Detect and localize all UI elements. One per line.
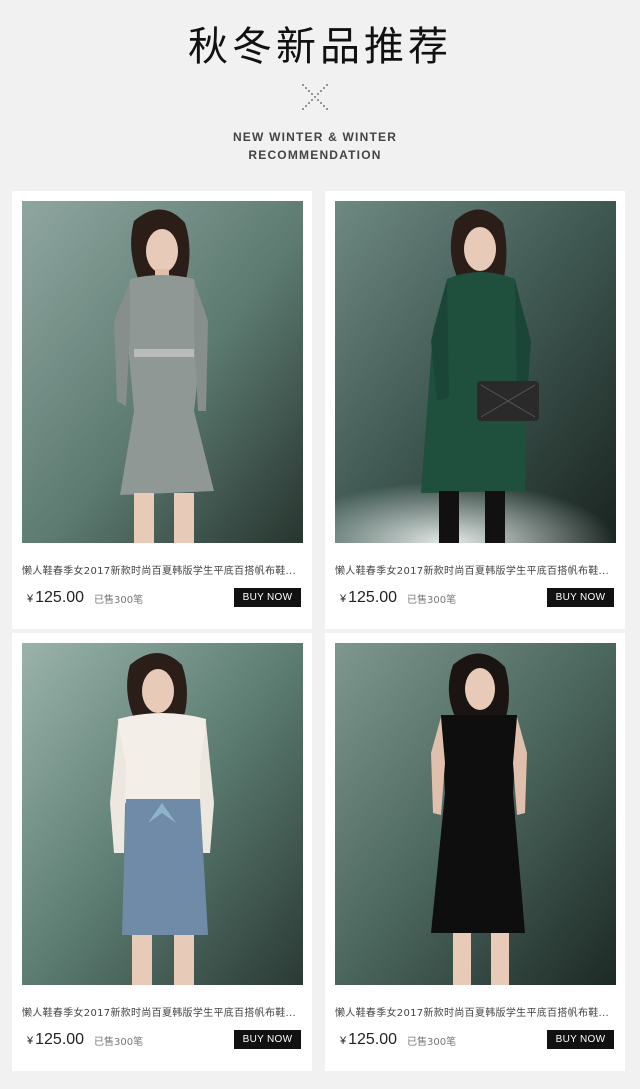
sold-count: 已售300笔	[94, 595, 144, 606]
price-amount: 125.00	[35, 589, 85, 606]
price-amount: 125.00	[348, 1031, 398, 1048]
product-image[interactable]	[22, 201, 303, 543]
price-row: ¥125.00 已售300笔 BUY NOW	[335, 588, 615, 619]
product-card[interactable]: 懒人鞋春季女2017新款时尚百夏韩版学生平底百搭帆布鞋... ¥125.00 已…	[12, 633, 312, 1071]
product-description[interactable]: 懒人鞋春季女2017新款时尚百夏韩版学生平底百搭帆布鞋...	[22, 1004, 303, 1019]
buy-now-button[interactable]: BUY NOW	[234, 588, 301, 607]
product-card[interactable]: 懒人鞋春季女2017新款时尚百夏韩版学生平底百搭帆布鞋... ¥125.00 已…	[325, 633, 625, 1071]
product-image[interactable]	[335, 643, 616, 985]
price: ¥125.00	[27, 589, 84, 607]
product-card[interactable]: 懒人鞋春季女2017新款时尚百夏韩版学生平底百搭帆布鞋... ¥125.00 已…	[325, 191, 625, 629]
subtitle-line-1: NEW WINTER & WINTER	[232, 130, 398, 144]
page-header: 秋冬新品推荐 NEW WINTER & WINTER RECOMMENDATIO…	[0, 0, 640, 180]
page-title: 秋冬新品推荐	[188, 24, 452, 70]
buy-now-button[interactable]: BUY NOW	[547, 588, 614, 607]
buy-now-button[interactable]: BUY NOW	[234, 1030, 301, 1049]
product-description[interactable]: 懒人鞋春季女2017新款时尚百夏韩版学生平底百搭帆布鞋...	[335, 562, 616, 577]
price: ¥125.00	[27, 1031, 84, 1049]
price-row: ¥125.00 已售300笔 BUY NOW	[335, 1030, 615, 1061]
currency-symbol: ¥	[27, 1035, 34, 1047]
price-amount: 125.00	[348, 589, 398, 606]
price: ¥125.00	[340, 589, 397, 607]
price-amount: 125.00	[35, 1031, 85, 1048]
currency-symbol: ¥	[340, 1035, 347, 1047]
subtitle-line-2: RECOMMENDATION	[248, 148, 382, 162]
sold-count: 已售300笔	[407, 595, 457, 606]
product-description[interactable]: 懒人鞋春季女2017新款时尚百夏韩版学生平底百搭帆布鞋...	[335, 1004, 616, 1019]
price-row: ¥125.00 已售300笔 BUY NOW	[22, 1030, 302, 1061]
cross-divider-icon	[302, 84, 328, 110]
product-image[interactable]	[335, 201, 616, 543]
buy-now-button[interactable]: BUY NOW	[547, 1030, 614, 1049]
product-card[interactable]: 懒人鞋春季女2017新款时尚百夏韩版学生平底百搭帆布鞋... ¥125.00 已…	[12, 191, 312, 629]
sold-count: 已售300笔	[407, 1037, 457, 1048]
price: ¥125.00	[340, 1031, 397, 1049]
sold-count: 已售300笔	[94, 1037, 144, 1048]
product-image[interactable]	[22, 643, 303, 985]
currency-symbol: ¥	[27, 593, 34, 605]
page-subtitle: NEW WINTER & WINTER RECOMMENDATION	[0, 128, 630, 164]
product-description[interactable]: 懒人鞋春季女2017新款时尚百夏韩版学生平底百搭帆布鞋...	[22, 562, 303, 577]
price-row: ¥125.00 已售300笔 BUY NOW	[22, 588, 302, 619]
currency-symbol: ¥	[340, 593, 347, 605]
